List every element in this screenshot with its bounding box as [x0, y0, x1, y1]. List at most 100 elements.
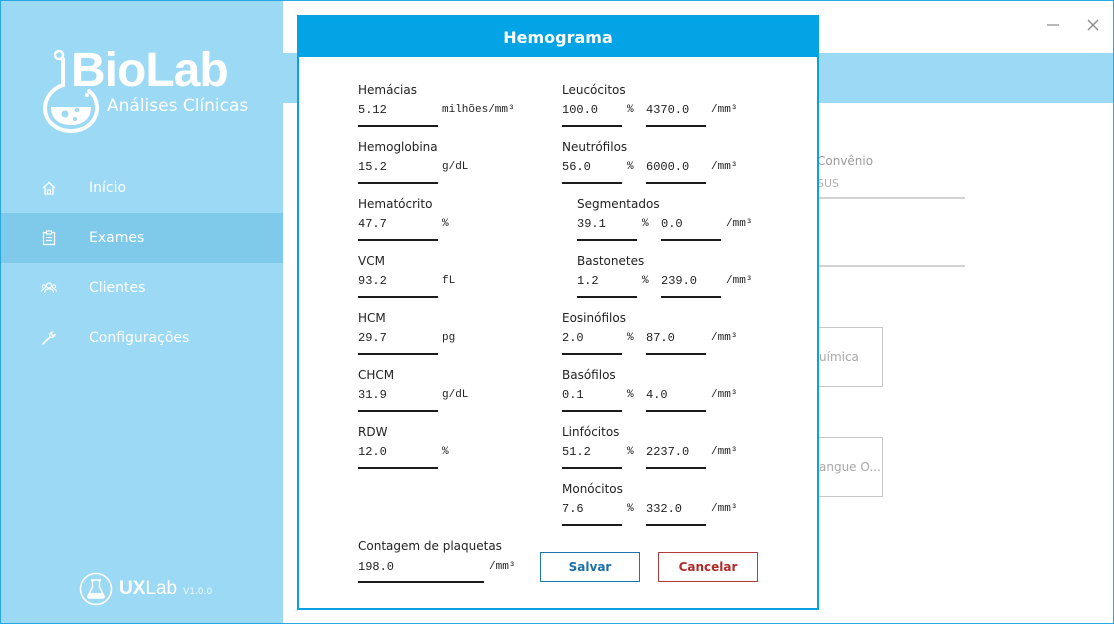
abs-unit: /mm³	[711, 161, 738, 173]
field-label: Hematócrito	[358, 197, 433, 211]
field-label: Contagem de plaquetas	[358, 539, 502, 553]
field-unit: /mm³	[489, 561, 516, 573]
field-underline	[358, 125, 438, 127]
pct-underline	[577, 239, 637, 241]
pct-underline	[562, 524, 622, 526]
field-input[interactable]: 47.7	[358, 217, 387, 231]
abs-unit: /mm³	[711, 104, 738, 116]
convenio-underline	[817, 197, 965, 199]
field-label: VCM	[358, 254, 385, 268]
pct-underline	[562, 125, 622, 127]
abs-underline	[646, 524, 706, 526]
field-input[interactable]: 12.0	[358, 445, 387, 459]
clipboard-icon	[42, 230, 56, 246]
field-label: Bastonetes	[577, 254, 645, 268]
field-unit: g/dL	[442, 389, 469, 401]
exam-card-bioquimica[interactable]: uímica	[817, 327, 883, 387]
field-underline	[358, 239, 438, 241]
abs-input[interactable]: 87.0	[646, 331, 675, 345]
field-label: Hemoglobina	[358, 140, 438, 154]
abs-underline	[646, 182, 706, 184]
home-icon	[42, 181, 56, 195]
pct-symbol: %	[627, 446, 634, 458]
field-unit: fL	[442, 275, 456, 287]
pct-input[interactable]: 51.2	[562, 445, 591, 459]
field-input[interactable]: 198.0	[358, 560, 394, 574]
pct-underline	[562, 182, 622, 184]
abs-underline	[646, 353, 706, 355]
pct-symbol: %	[627, 332, 634, 344]
field-underline	[358, 467, 438, 469]
field-input[interactable]: 31.9	[358, 388, 387, 402]
sidebar-item-label: Clientes	[89, 280, 146, 296]
field-underline	[358, 410, 438, 412]
field-label: Basófilos	[562, 368, 616, 382]
abs-unit: /mm³	[711, 389, 738, 401]
save-button[interactable]: Salvar	[540, 552, 640, 582]
field-unit: pg	[442, 332, 456, 344]
sidebar-item-inicio[interactable]: Início	[1, 163, 283, 213]
pct-input[interactable]: 2.0	[562, 331, 584, 345]
abs-input[interactable]: 239.0	[661, 274, 697, 288]
field-input[interactable]: 15.2	[358, 160, 387, 174]
minimize-icon[interactable]	[1043, 17, 1063, 37]
exam-card-sangue[interactable]: angue O...	[817, 437, 883, 497]
field-unit: %	[442, 446, 449, 458]
pct-underline	[562, 410, 622, 412]
abs-input[interactable]: 332.0	[646, 502, 682, 516]
pct-input[interactable]: 100.0	[562, 103, 598, 117]
field-label: Eosinófilos	[562, 311, 626, 325]
hemograma-dialog: Hemograma Hemácias 5.12 milhões/mm³ Hemo…	[297, 15, 819, 610]
pct-underline	[562, 353, 622, 355]
pct-symbol: %	[627, 104, 634, 116]
field-label: Leucócitos	[562, 83, 626, 97]
field-label: Segmentados	[577, 197, 660, 211]
pct-input[interactable]: 1.2	[577, 274, 599, 288]
exam-card-label: uímica	[819, 350, 859, 364]
flask-icon	[79, 572, 113, 606]
field-input[interactable]: 93.2	[358, 274, 387, 288]
pct-underline	[577, 296, 637, 298]
abs-unit: /mm³	[711, 503, 738, 515]
abs-input[interactable]: 6000.0	[646, 160, 689, 174]
field-label: CHCM	[358, 368, 395, 382]
abs-underline	[661, 296, 721, 298]
pct-symbol: %	[627, 389, 634, 401]
sidebar-item-exames[interactable]: Exames	[1, 213, 283, 263]
pct-input[interactable]: 0.1	[562, 388, 584, 402]
sidebar-item-configuracoes[interactable]: Configurações	[1, 313, 283, 363]
abs-underline	[661, 239, 721, 241]
field-underline	[358, 353, 438, 355]
abs-unit: /mm³	[711, 446, 738, 458]
abs-input[interactable]: 2237.0	[646, 445, 689, 459]
users-icon	[41, 282, 57, 294]
pct-symbol: %	[642, 275, 649, 287]
biolab-logo: BioLab Análises Clínicas	[41, 41, 261, 136]
cancel-button[interactable]: Cancelar	[658, 552, 758, 582]
uxlab-logo: UX Lab V1.0.0	[79, 569, 212, 609]
abs-underline	[646, 467, 706, 469]
pct-symbol: %	[627, 161, 634, 173]
abs-underline	[646, 410, 706, 412]
wrench-icon	[42, 331, 56, 345]
field-unit: %	[442, 218, 449, 230]
sidebar-item-label: Configurações	[89, 330, 190, 346]
brand-tagline: Análises Clínicas	[107, 96, 249, 116]
pct-input[interactable]: 39.1	[577, 217, 606, 231]
pct-input[interactable]: 7.6	[562, 502, 584, 516]
abs-underline	[646, 125, 706, 127]
exam-card-label: angue O...	[819, 460, 881, 474]
abs-input[interactable]: 0.0	[661, 217, 683, 231]
pct-input[interactable]: 56.0	[562, 160, 591, 174]
abs-unit: /mm³	[726, 218, 753, 230]
abs-input[interactable]: 4370.0	[646, 103, 689, 117]
field-label: Monócitos	[562, 482, 623, 496]
field-input[interactable]: 5.12	[358, 103, 387, 117]
sidebar-item-clientes[interactable]: Clientes	[1, 263, 283, 313]
field-input[interactable]: 29.7	[358, 331, 387, 345]
abs-input[interactable]: 4.0	[646, 388, 668, 402]
close-icon[interactable]	[1083, 17, 1103, 37]
uxlab-ux: UX	[119, 578, 146, 599]
pct-symbol: %	[642, 218, 649, 230]
field-underline	[817, 265, 965, 267]
